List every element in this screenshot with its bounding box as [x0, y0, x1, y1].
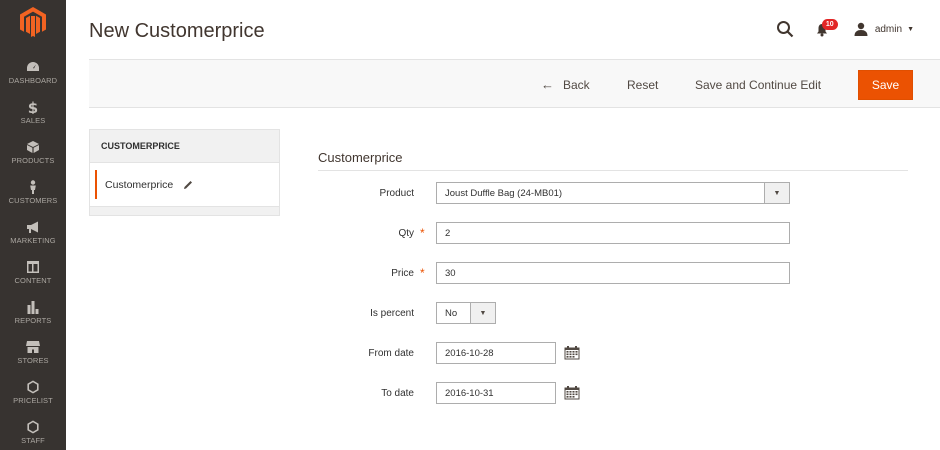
to-date-input[interactable]: 2016-10-31: [436, 382, 556, 404]
is-percent-value: No: [445, 307, 458, 319]
search-icon[interactable]: [776, 20, 794, 38]
nav-marketing[interactable]: MARKETING: [0, 216, 66, 256]
section-title: Customerprice: [318, 150, 403, 165]
back-button-label: Back: [563, 77, 590, 92]
pencil-icon: [184, 180, 193, 189]
nav-customers[interactable]: CUSTOMERS: [0, 176, 66, 216]
dashboard-icon: [27, 62, 39, 71]
notifications-button[interactable]: 10: [816, 19, 838, 38]
nav-pricelist[interactable]: PRICELIST: [0, 376, 66, 416]
nav-sales[interactable]: $ SALES: [0, 96, 66, 136]
layout-icon: [27, 261, 39, 273]
required-asterisk: *: [420, 226, 425, 240]
nav-products[interactable]: PRODUCTS: [0, 136, 66, 176]
storefront-icon: [26, 341, 40, 353]
magento-logo[interactable]: [0, 0, 66, 44]
user-menu[interactable]: admin ▼: [854, 22, 914, 36]
chevron-down-icon: ▼: [764, 182, 790, 204]
nav-label: DASHBOARD: [8, 76, 58, 85]
product-select[interactable]: Joust Duffle Bag (24-MB01) ▼: [436, 182, 790, 204]
side-tabs: CUSTOMERPRICE Customerprice: [89, 129, 280, 216]
chevron-down-icon: ▼: [470, 302, 496, 324]
nav-label: REPORTS: [14, 316, 52, 325]
nav-label: STAFF: [21, 436, 45, 445]
magento-logo-icon: [20, 7, 46, 37]
calendar-icon[interactable]: [564, 346, 580, 360]
nav-reports[interactable]: REPORTS: [0, 296, 66, 336]
from-date-label: From date: [368, 348, 414, 359]
nav-label: MARKETING: [10, 236, 56, 245]
nav-label: STORES: [17, 356, 49, 365]
person-icon: [30, 180, 36, 194]
price-input[interactable]: 30: [436, 262, 790, 284]
tabs-title: CUSTOMERPRICE: [89, 129, 280, 163]
to-date-label: To date: [381, 388, 414, 399]
back-button[interactable]: ← Back: [541, 60, 590, 109]
nav-label: CUSTOMERS: [8, 196, 58, 205]
hexagon-icon: [27, 420, 39, 434]
megaphone-icon: [27, 221, 38, 233]
admin-sidebar: DASHBOARD $ SALES PRODUCTS CUSTOMERS MAR…: [0, 0, 66, 450]
is-percent-select[interactable]: No ▼: [436, 302, 496, 324]
header-actions: 10 admin ▼: [776, 18, 914, 40]
arrow-left-icon: ←: [541, 77, 554, 92]
nav-content[interactable]: CONTENT: [0, 256, 66, 296]
nav-staff[interactable]: STAFF: [0, 416, 66, 450]
user-icon: [854, 22, 868, 36]
tabs-footer: [89, 207, 280, 216]
svg-text:$: $: [28, 100, 38, 114]
caret-down-icon: ▼: [907, 25, 914, 33]
page-actions-bar: ← Back Reset Save and Continue Edit Save: [89, 59, 940, 108]
product-label: Product: [379, 188, 414, 199]
user-name: admin: [874, 23, 903, 35]
from-date-input[interactable]: 2016-10-28: [436, 342, 556, 364]
qty-label: Qty: [398, 228, 414, 239]
tab-label: Customerprice: [105, 178, 174, 191]
nav-label: CONTENT: [14, 276, 52, 285]
is-percent-label: Is percent: [370, 308, 414, 319]
save-and-continue-button[interactable]: Save and Continue Edit: [695, 60, 821, 109]
nav-stores[interactable]: STORES: [0, 336, 66, 376]
nav-label: SALES: [20, 116, 46, 125]
save-button[interactable]: Save: [858, 70, 913, 100]
section-divider: [318, 170, 908, 171]
reset-button[interactable]: Reset: [627, 60, 658, 109]
calendar-icon[interactable]: [564, 386, 580, 400]
price-label: Price: [391, 268, 414, 279]
notifications-count-badge: 10: [821, 19, 838, 30]
tab-customerprice[interactable]: Customerprice: [89, 163, 280, 207]
product-select-value: Joust Duffle Bag (24-MB01): [445, 187, 563, 199]
cube-icon: [27, 141, 39, 153]
bar-chart-icon: [27, 301, 39, 314]
page-title: New Customerprice: [89, 20, 265, 42]
required-asterisk: *: [420, 266, 425, 280]
nav-dashboard[interactable]: DASHBOARD: [0, 56, 66, 96]
nav-label: PRODUCTS: [11, 156, 55, 165]
nav-label: PRICELIST: [13, 396, 53, 405]
qty-input[interactable]: 2: [436, 222, 790, 244]
dollar-icon: $: [28, 100, 38, 114]
hexagon-icon: [27, 380, 39, 394]
